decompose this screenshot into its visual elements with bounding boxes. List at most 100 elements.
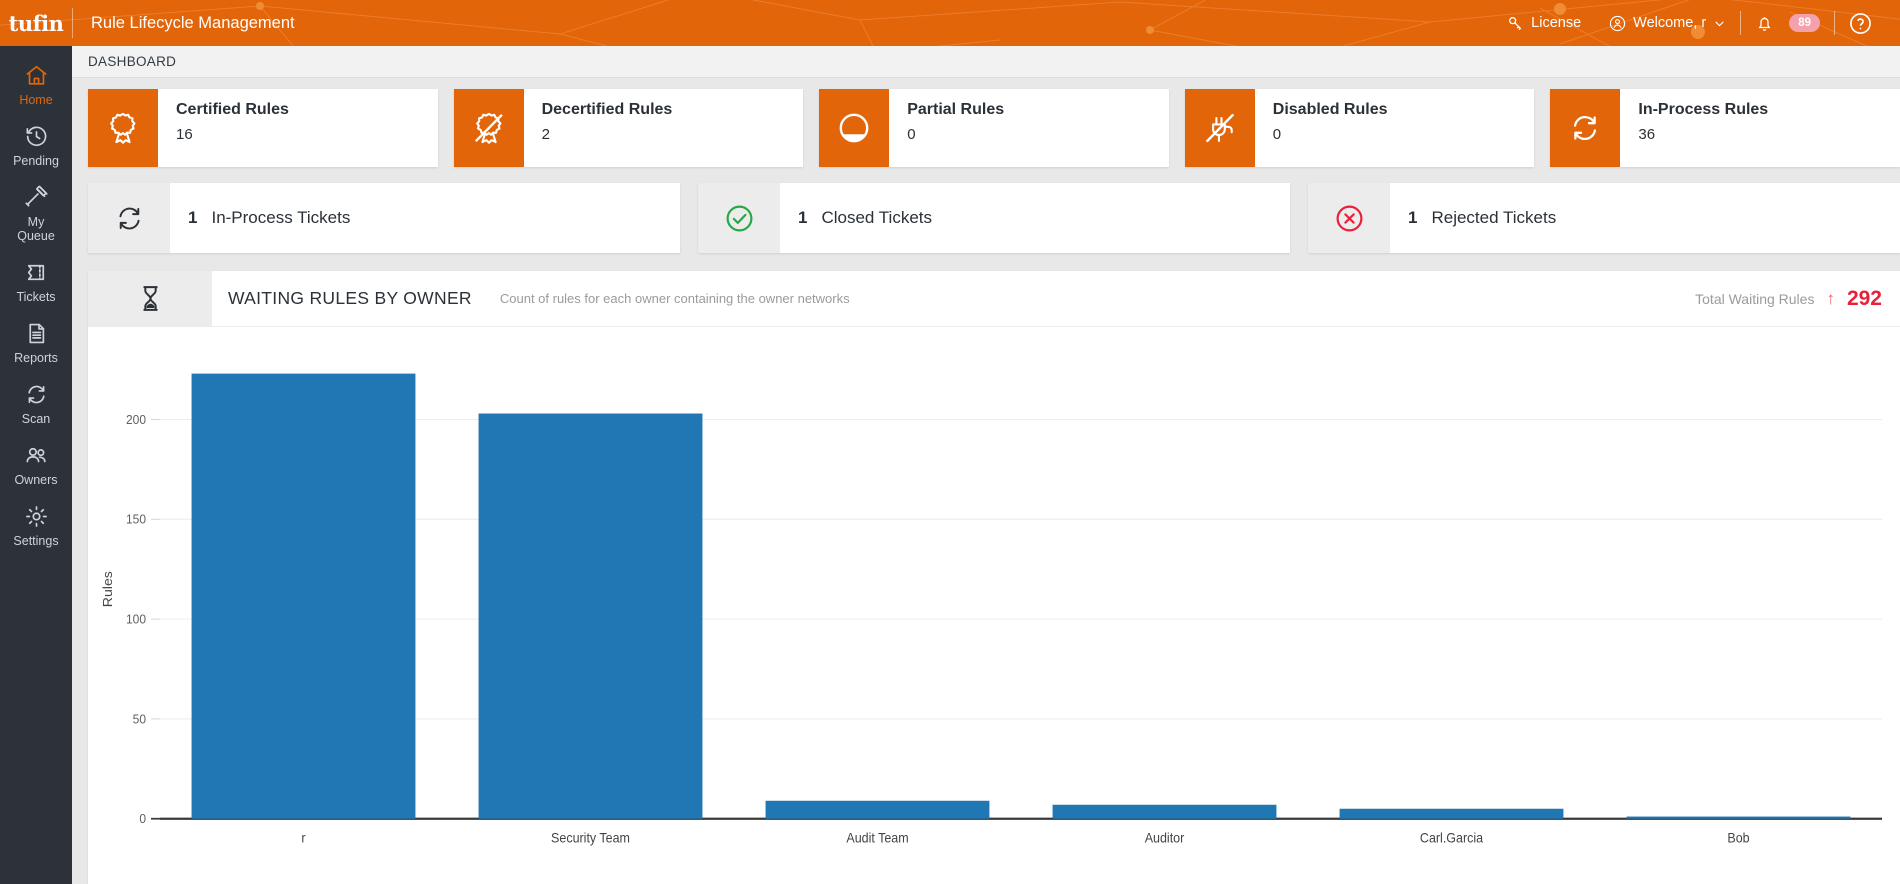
sidebar-label-scan: Scan xyxy=(22,412,51,426)
ticket-card-row: 1 In-Process Tickets 1 xyxy=(72,167,1900,253)
sidebar-item-scan[interactable]: Scan xyxy=(0,373,72,434)
user-menu-button[interactable]: Welcome, r xyxy=(1595,15,1740,32)
rosette-icon xyxy=(105,110,141,146)
sidebar-item-pending[interactable]: Pending xyxy=(0,115,72,176)
total-waiting-rules-value: 292 xyxy=(1847,287,1882,311)
sidebar-label-tickets: Tickets xyxy=(16,290,55,304)
bar[interactable] xyxy=(1340,809,1564,819)
bell-icon xyxy=(1755,14,1774,33)
kpi-body: Decertified Rules 2 xyxy=(524,89,673,167)
sidebar-label-owners: Owners xyxy=(14,473,57,487)
gavel-icon xyxy=(24,185,49,210)
sidebar-item-home[interactable]: Home xyxy=(0,54,72,115)
bar[interactable] xyxy=(479,414,703,819)
ticket-card-in-process[interactable]: 1 In-Process Tickets xyxy=(88,183,680,253)
breadcrumb-label: DASHBOARD xyxy=(88,54,176,69)
x-category-label: Security Team xyxy=(551,830,630,846)
kpi-body: Disabled Rules 0 xyxy=(1255,89,1388,167)
kpi-icon-box xyxy=(454,89,524,167)
sidebar-item-tickets[interactable]: Tickets xyxy=(0,251,72,312)
sidebar-label-reports: Reports xyxy=(14,351,58,365)
chevron-down-icon xyxy=(1713,17,1726,30)
header-actions: License Welcome, r xyxy=(1493,11,1900,35)
notifications-button[interactable]: 89 xyxy=(1741,14,1834,33)
waiting-rules-chart[interactable]: 050100150200RulesrSecurity TeamAudit Tea… xyxy=(88,327,1900,884)
check-circle-icon xyxy=(724,203,755,234)
kpi-card-in-process-rules[interactable]: In-Process Rules 36 xyxy=(1550,89,1900,167)
kpi-body: Partial Rules 0 xyxy=(889,89,1004,167)
ticket-count: 1 xyxy=(188,208,197,228)
ticket-count: 1 xyxy=(798,208,807,228)
document-icon xyxy=(24,321,49,346)
hourglass-icon xyxy=(135,283,166,314)
kpi-title: Partial Rules xyxy=(907,101,1004,119)
bar[interactable] xyxy=(766,801,990,819)
kpi-card-disabled-rules[interactable]: Disabled Rules 0 xyxy=(1185,89,1535,167)
sidebar-label-my-queue: My Queue xyxy=(17,215,55,243)
partial-circle-icon xyxy=(836,110,872,146)
sidebar-label-settings: Settings xyxy=(13,534,58,548)
ticket-card-rejected[interactable]: 1 Rejected Tickets xyxy=(1308,183,1900,253)
refresh-icon xyxy=(24,382,49,407)
kpi-body: Certified Rules 16 xyxy=(158,89,289,167)
ticket-label: Closed Tickets xyxy=(821,208,932,228)
trend-up-arrow-icon: ↑ xyxy=(1826,290,1835,307)
home-icon xyxy=(24,63,49,88)
main-content: DASHBOARD Certified Rules xyxy=(72,46,1900,884)
ticket-card-closed[interactable]: 1 Closed Tickets xyxy=(698,183,1290,253)
kpi-title: Disabled Rules xyxy=(1273,101,1388,119)
kpi-icon-box xyxy=(1185,89,1255,167)
y-tick-label: 200 xyxy=(126,412,146,427)
kpi-card-decertified-rules[interactable]: Decertified Rules 2 xyxy=(454,89,804,167)
sidebar-item-my-queue[interactable]: My Queue xyxy=(0,176,72,251)
dashboard-content: Certified Rules 16 xyxy=(72,78,1900,884)
kpi-value: 0 xyxy=(907,126,1004,143)
app-header: tufin Rule Lifecycle Management License xyxy=(0,0,1900,46)
bar-chart-svg[interactable]: 050100150200RulesrSecurity TeamAudit Tea… xyxy=(88,327,1900,884)
sidebar-item-owners[interactable]: Owners xyxy=(0,434,72,495)
kpi-icon-box xyxy=(1550,89,1620,167)
panel-icon-box xyxy=(88,271,212,326)
kpi-value: 0 xyxy=(1273,126,1388,143)
license-button[interactable]: License xyxy=(1493,15,1595,32)
people-icon xyxy=(24,443,49,468)
notification-count-badge: 89 xyxy=(1789,14,1820,32)
kpi-title: Certified Rules xyxy=(176,101,289,119)
panel-header: WAITING RULES BY OWNER Count of rules fo… xyxy=(88,271,1900,327)
panel-title: WAITING RULES BY OWNER xyxy=(228,288,472,309)
plug-slash-icon xyxy=(1202,110,1238,146)
tufin-logo[interactable]: tufin xyxy=(0,0,72,46)
gear-icon xyxy=(24,504,49,529)
bar[interactable] xyxy=(1053,805,1277,819)
bar[interactable] xyxy=(1627,817,1851,819)
kpi-icon-box xyxy=(88,89,158,167)
sidebar-label-home: Home xyxy=(19,93,52,107)
help-button[interactable] xyxy=(1835,12,1886,35)
kpi-icon-box xyxy=(819,89,889,167)
kpi-card-certified-rules[interactable]: Certified Rules 16 xyxy=(88,89,438,167)
brand-text: tufin xyxy=(9,11,64,36)
kpi-card-partial-rules[interactable]: Partial Rules 0 xyxy=(819,89,1169,167)
body-wrapper: Home Pending xyxy=(0,46,1900,884)
license-label: License xyxy=(1531,15,1581,31)
ticket-label: Rejected Tickets xyxy=(1431,208,1556,228)
y-tick-label: 150 xyxy=(126,512,146,527)
y-tick-label: 100 xyxy=(126,612,146,627)
sidebar-item-reports[interactable]: Reports xyxy=(0,312,72,373)
ticket-icon-box xyxy=(88,183,170,253)
y-tick-label: 0 xyxy=(139,812,146,827)
x-circle-icon xyxy=(1334,203,1365,234)
left-sidebar: Home Pending xyxy=(0,46,72,884)
bar[interactable] xyxy=(192,374,416,819)
rosette-slash-icon xyxy=(471,110,507,146)
sidebar-item-settings[interactable]: Settings xyxy=(0,495,72,556)
panel-total-group: Total Waiting Rules ↑ 292 xyxy=(1695,287,1882,311)
kpi-value: 36 xyxy=(1638,126,1768,143)
breadcrumb: DASHBOARD xyxy=(72,46,1900,78)
key-icon xyxy=(1507,15,1524,32)
kpi-title: Decertified Rules xyxy=(542,101,673,119)
kpi-title: In-Process Rules xyxy=(1638,101,1768,119)
x-category-label: Audit Team xyxy=(846,830,908,846)
total-waiting-rules-label: Total Waiting Rules xyxy=(1695,291,1814,307)
y-axis-title: Rules xyxy=(101,571,115,607)
